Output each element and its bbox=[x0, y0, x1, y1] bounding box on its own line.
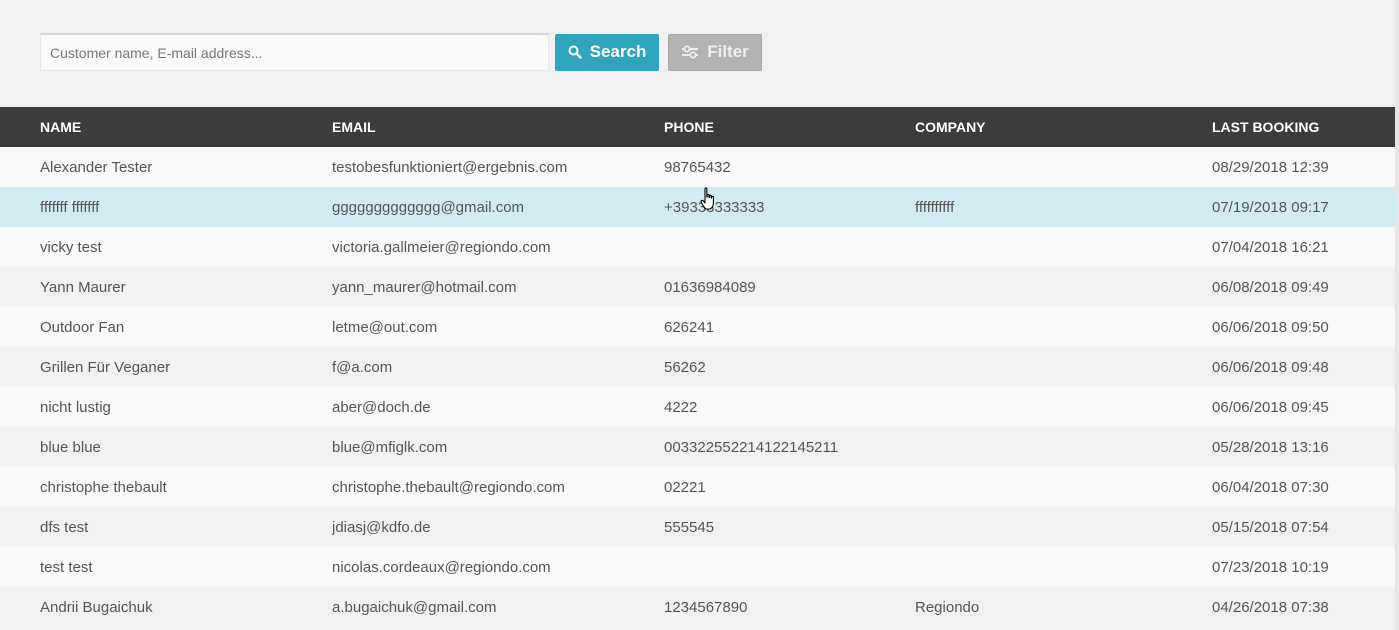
table-row[interactable]: vicky test victoria.gallmeier@regiondo.c… bbox=[0, 227, 1395, 267]
cell-name: Outdoor Fan bbox=[40, 318, 125, 336]
cell-phone: 98765432 bbox=[664, 158, 731, 176]
cell-phone: 4222 bbox=[664, 398, 698, 416]
cell-name: vicky test bbox=[40, 238, 102, 256]
cell-phone: 01636984089 bbox=[664, 278, 756, 296]
cell-name: Andrii Bugaichuk bbox=[40, 598, 153, 616]
cell-company: Regiondo bbox=[915, 598, 980, 616]
cell-email: aber@doch.de bbox=[332, 398, 431, 416]
cell-email: ggggggggggggg@gmail.com bbox=[332, 198, 525, 216]
cell-name: blue blue bbox=[40, 438, 101, 456]
column-header-phone[interactable]: PHONE bbox=[664, 119, 915, 135]
cell-email: yann_maurer@hotmail.com bbox=[332, 278, 517, 296]
table-row[interactable]: fffffff fffffff ggggggggggggg@gmail.com … bbox=[0, 187, 1395, 227]
column-header-email[interactable]: EMAIL bbox=[332, 119, 664, 135]
table-row[interactable]: Andrii Bugaichuk a.bugaichuk@gmail.com 1… bbox=[0, 587, 1395, 627]
cell-last-booking: 05/28/2018 13:16 bbox=[1212, 438, 1329, 456]
table-row[interactable]: dfs test jdiasj@kdfo.de 555545 05/15/201… bbox=[0, 507, 1395, 547]
table-row[interactable]: Outdoor Fan letme@out.com 626241 06/06/2… bbox=[0, 307, 1395, 347]
cell-phone: 02221 bbox=[664, 478, 706, 496]
cell-email: a.bugaichuk@gmail.com bbox=[332, 598, 497, 616]
cell-name: dfs test bbox=[40, 518, 89, 536]
cell-phone: 56262 bbox=[664, 358, 706, 376]
table-row[interactable]: nicht lustig aber@doch.de 4222 06/06/201… bbox=[0, 387, 1395, 427]
cell-email: jdiasj@kdfo.de bbox=[332, 518, 431, 536]
cell-email: victoria.gallmeier@regiondo.com bbox=[332, 238, 551, 256]
column-header-company[interactable]: COMPANY bbox=[915, 119, 1212, 135]
cell-last-booking: 06/08/2018 09:49 bbox=[1212, 278, 1329, 296]
filter-button[interactable]: Filter bbox=[668, 33, 762, 71]
cell-name: Alexander Tester bbox=[40, 158, 153, 176]
page-scrollbar[interactable] bbox=[1395, 0, 1399, 630]
cell-name: Yann Maurer bbox=[40, 278, 126, 296]
cell-last-booking: 05/15/2018 07:54 bbox=[1212, 518, 1329, 536]
table-row[interactable]: Grillen Für Veganer f@a.com 56262 06/06/… bbox=[0, 347, 1395, 387]
cell-phone: +39333333333 bbox=[664, 198, 765, 216]
table-row[interactable]: test test nicolas.cordeaux@regiondo.com … bbox=[0, 547, 1395, 587]
cell-phone: 003322552214122145211 bbox=[664, 438, 839, 456]
cell-email: christophe.thebault@regiondo.com bbox=[332, 478, 565, 496]
search-button-label: Search bbox=[589, 42, 647, 61]
customer-search-input[interactable] bbox=[40, 33, 549, 71]
cell-phone: 1234567890 bbox=[664, 598, 748, 616]
cell-email: testobesfunktioniert@ergebnis.com bbox=[332, 158, 568, 176]
search-toolbar: Search Filter bbox=[40, 33, 762, 71]
table-row[interactable]: Yann Maurer yann_maurer@hotmail.com 0163… bbox=[0, 267, 1395, 307]
cell-last-booking: 07/23/2018 10:19 bbox=[1212, 558, 1329, 576]
cell-phone: 555545 bbox=[664, 518, 715, 536]
cell-last-booking: 04/26/2018 07:38 bbox=[1212, 598, 1329, 616]
cell-last-booking: 06/06/2018 09:45 bbox=[1212, 398, 1329, 416]
cell-last-booking: 07/19/2018 09:17 bbox=[1212, 198, 1329, 216]
cell-email: letme@out.com bbox=[332, 318, 438, 336]
table-row[interactable]: Alexander Tester testobesfunktioniert@er… bbox=[0, 147, 1395, 187]
cell-company: ffffffffff bbox=[915, 198, 955, 216]
cell-last-booking: 08/29/2018 12:39 bbox=[1212, 158, 1329, 176]
cell-last-booking: 06/06/2018 09:48 bbox=[1212, 358, 1329, 376]
cell-name: Grillen Für Veganer bbox=[40, 358, 171, 376]
cell-name: nicht lustig bbox=[40, 398, 111, 416]
cell-email: f@a.com bbox=[332, 358, 393, 376]
sliders-icon bbox=[681, 45, 699, 59]
cell-email: blue@mfiglk.com bbox=[332, 438, 448, 456]
cell-email: nicolas.cordeaux@regiondo.com bbox=[332, 558, 551, 576]
cell-last-booking: 06/04/2018 07:30 bbox=[1212, 478, 1329, 496]
table-header: NAME EMAIL PHONE COMPANY LAST BOOKING bbox=[0, 107, 1395, 147]
table-row[interactable]: blue blue blue@mfiglk.com 00332255221412… bbox=[0, 427, 1395, 467]
cell-name: christophe thebault bbox=[40, 478, 167, 496]
search-icon bbox=[568, 45, 582, 59]
cell-name: fffffff fffffff bbox=[40, 198, 100, 216]
customer-table: NAME EMAIL PHONE COMPANY LAST BOOKING Al… bbox=[0, 107, 1395, 627]
table-row[interactable]: christophe thebault christophe.thebault@… bbox=[0, 467, 1395, 507]
cell-name: test test bbox=[40, 558, 93, 576]
cell-last-booking: 07/04/2018 16:21 bbox=[1212, 238, 1329, 256]
filter-button-label: Filter bbox=[707, 42, 749, 61]
cell-last-booking: 06/06/2018 09:50 bbox=[1212, 318, 1329, 336]
column-header-name[interactable]: NAME bbox=[0, 119, 332, 135]
cell-phone: 626241 bbox=[664, 318, 715, 336]
column-header-last-booking[interactable]: LAST BOOKING bbox=[1212, 119, 1395, 135]
search-button[interactable]: Search bbox=[555, 33, 659, 71]
